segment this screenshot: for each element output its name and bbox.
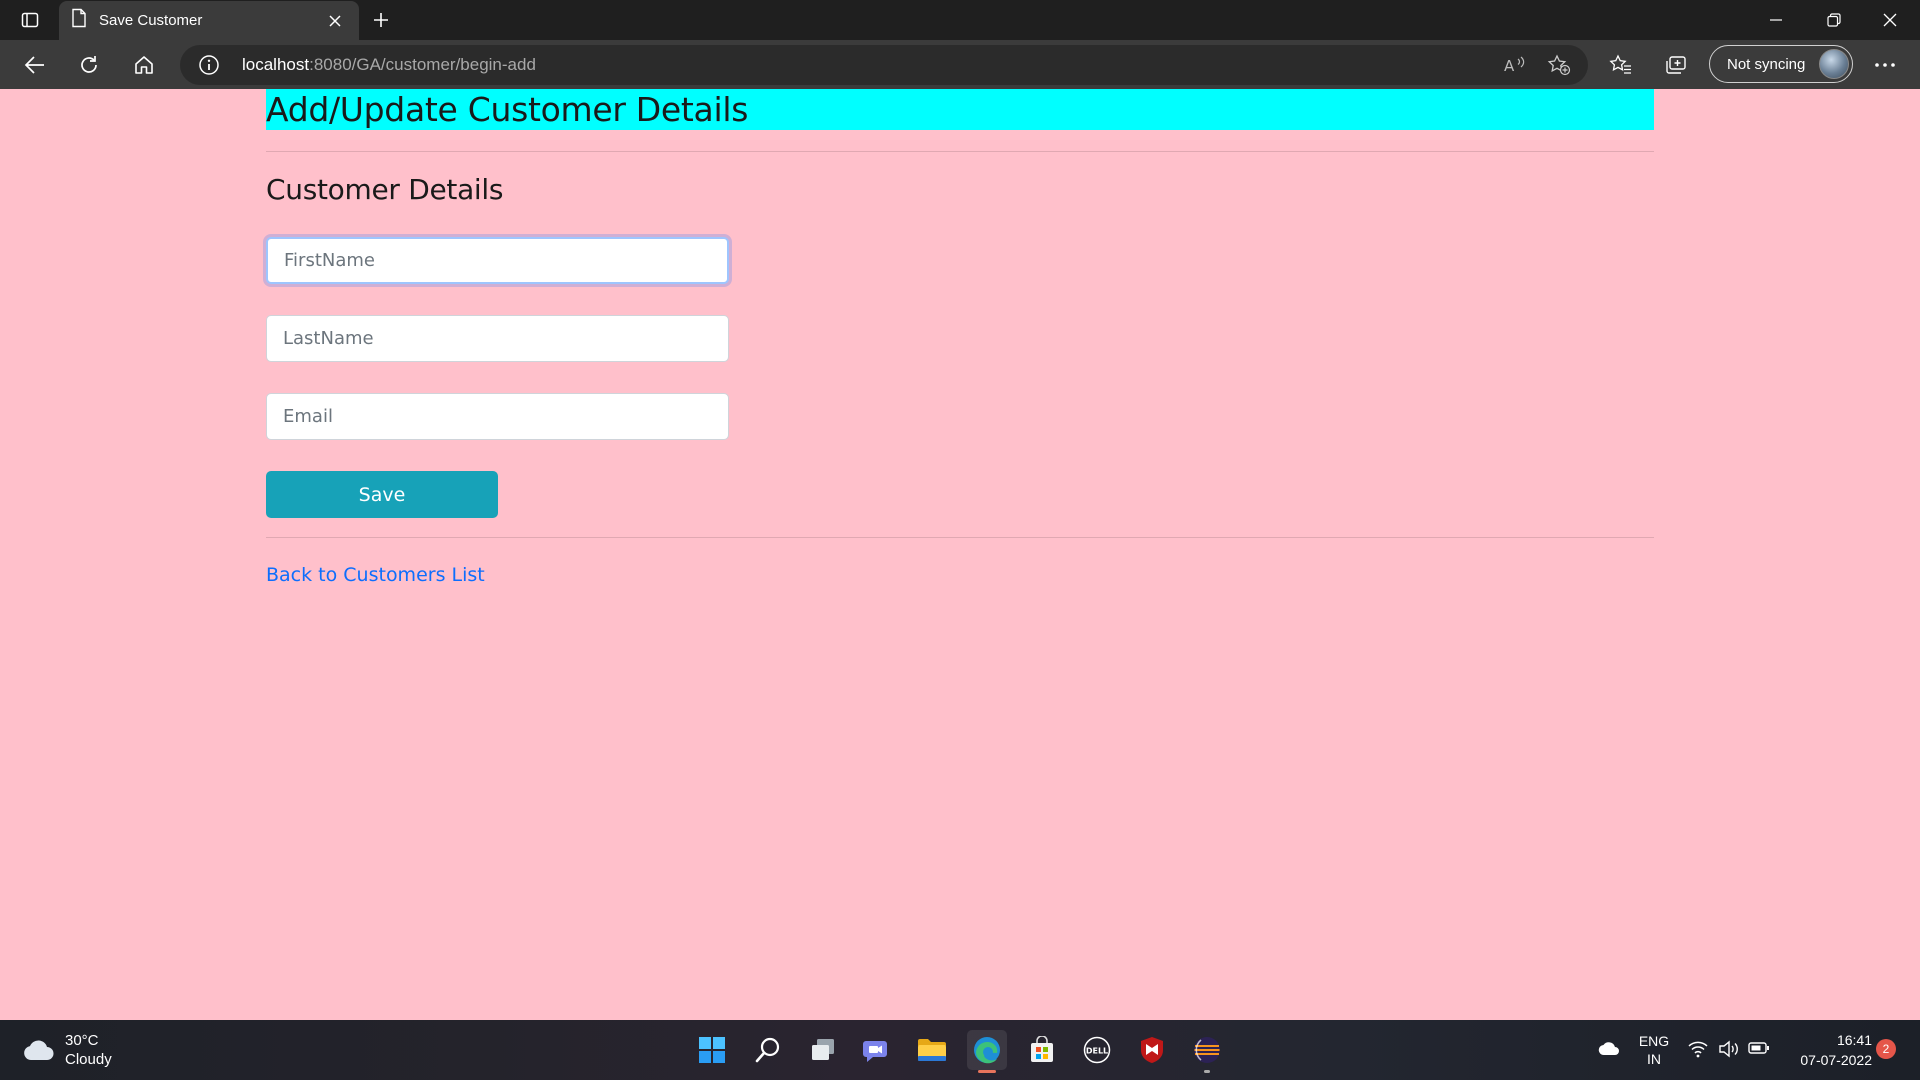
- refresh-icon[interactable]: [72, 48, 106, 82]
- weather-condition: Cloudy: [65, 1051, 112, 1068]
- onedrive-icon[interactable]: [1598, 1042, 1620, 1059]
- divider-top: [266, 151, 1654, 152]
- page-document-icon: [71, 8, 87, 33]
- clock-time: 16:41: [1836, 1032, 1872, 1048]
- volume-icon[interactable]: [1718, 1040, 1740, 1061]
- more-options-icon[interactable]: [1868, 48, 1902, 82]
- read-aloud-icon[interactable]: A: [1502, 53, 1528, 77]
- address-bar[interactable]: localhost:8080/GA/customer/begin-add A: [180, 45, 1588, 85]
- add-favorite-icon[interactable]: [1546, 53, 1572, 77]
- tab-actions-icon[interactable]: [12, 8, 48, 32]
- close-tab-icon[interactable]: [323, 9, 347, 33]
- system-clock[interactable]: 16:41 07-07-2022: [1780, 1030, 1872, 1070]
- sync-status-label: Not syncing: [1727, 55, 1806, 73]
- edge-icon[interactable]: [967, 1030, 1007, 1073]
- close-window-icon[interactable]: [1862, 0, 1918, 40]
- home-icon[interactable]: [127, 48, 161, 82]
- collections-icon[interactable]: [1659, 48, 1693, 82]
- eclipse-icon[interactable]: [1187, 1030, 1227, 1073]
- email-input[interactable]: [266, 393, 729, 440]
- minimize-icon[interactable]: [1748, 0, 1804, 40]
- weather-widget[interactable]: 30°C Cloudy: [22, 1032, 142, 1070]
- back-to-customers-link[interactable]: Back to Customers List: [266, 564, 485, 586]
- language-indicator[interactable]: ENG IN: [1636, 1032, 1672, 1068]
- url-text[interactable]: localhost:8080/GA/customer/begin-add: [242, 55, 536, 75]
- url-path: :8080/GA/customer/begin-add: [309, 55, 536, 74]
- dell-icon[interactable]: DELL: [1077, 1030, 1117, 1070]
- page-title: Add/Update Customer Details: [266, 90, 749, 129]
- active-app-indicator: [978, 1070, 996, 1073]
- first-name-input[interactable]: [266, 237, 729, 284]
- new-tab-icon[interactable]: [366, 6, 396, 34]
- weather-temperature: 30°C: [65, 1032, 99, 1049]
- store-icon[interactable]: [1022, 1030, 1062, 1070]
- language-code: ENG: [1638, 1033, 1670, 1049]
- back-arrow-icon[interactable]: [18, 48, 52, 82]
- svg-text:A: A: [1504, 57, 1515, 75]
- save-button[interactable]: Save: [266, 471, 498, 518]
- notification-badge[interactable]: 2: [1876, 1039, 1896, 1059]
- start-icon[interactable]: [692, 1030, 732, 1070]
- page-content: Add/Update Customer Details Customer Det…: [0, 89, 1920, 1020]
- last-name-input[interactable]: [266, 315, 729, 362]
- file-explorer-icon[interactable]: [912, 1030, 952, 1070]
- page-banner: Add/Update Customer Details: [266, 89, 1654, 130]
- windows-taskbar: 30°C Cloudy DELL ENG IN 16:41 07-07-2022…: [0, 1020, 1920, 1080]
- teams-chat-icon[interactable]: [857, 1030, 897, 1070]
- battery-icon[interactable]: [1748, 1041, 1770, 1058]
- task-view-icon[interactable]: [803, 1030, 843, 1070]
- mcafee-icon[interactable]: [1132, 1030, 1172, 1070]
- profile-sync-button[interactable]: Not syncing: [1709, 45, 1853, 83]
- search-icon[interactable]: [748, 1030, 788, 1070]
- svg-text:DELL: DELL: [1086, 1047, 1108, 1056]
- browser-tab-bar: Save Customer: [0, 0, 1920, 40]
- tab-title: Save Customer: [99, 12, 203, 29]
- divider-bottom: [266, 537, 1654, 538]
- clock-date: 07-07-2022: [1800, 1052, 1872, 1068]
- profile-avatar: [1819, 49, 1849, 79]
- site-info-icon[interactable]: [198, 54, 220, 76]
- region-code: IN: [1647, 1051, 1661, 1067]
- restore-icon[interactable]: [1806, 0, 1862, 40]
- cloud-icon: [24, 1040, 54, 1060]
- url-host: localhost: [242, 55, 310, 74]
- browser-tab[interactable]: Save Customer: [59, 1, 359, 40]
- browser-toolbar: localhost:8080/GA/customer/begin-add A N…: [0, 40, 1920, 89]
- running-app-indicator: [1204, 1070, 1210, 1073]
- section-title: Customer Details: [266, 173, 504, 206]
- wifi-icon[interactable]: [1688, 1040, 1708, 1061]
- favorites-icon[interactable]: [1604, 48, 1638, 82]
